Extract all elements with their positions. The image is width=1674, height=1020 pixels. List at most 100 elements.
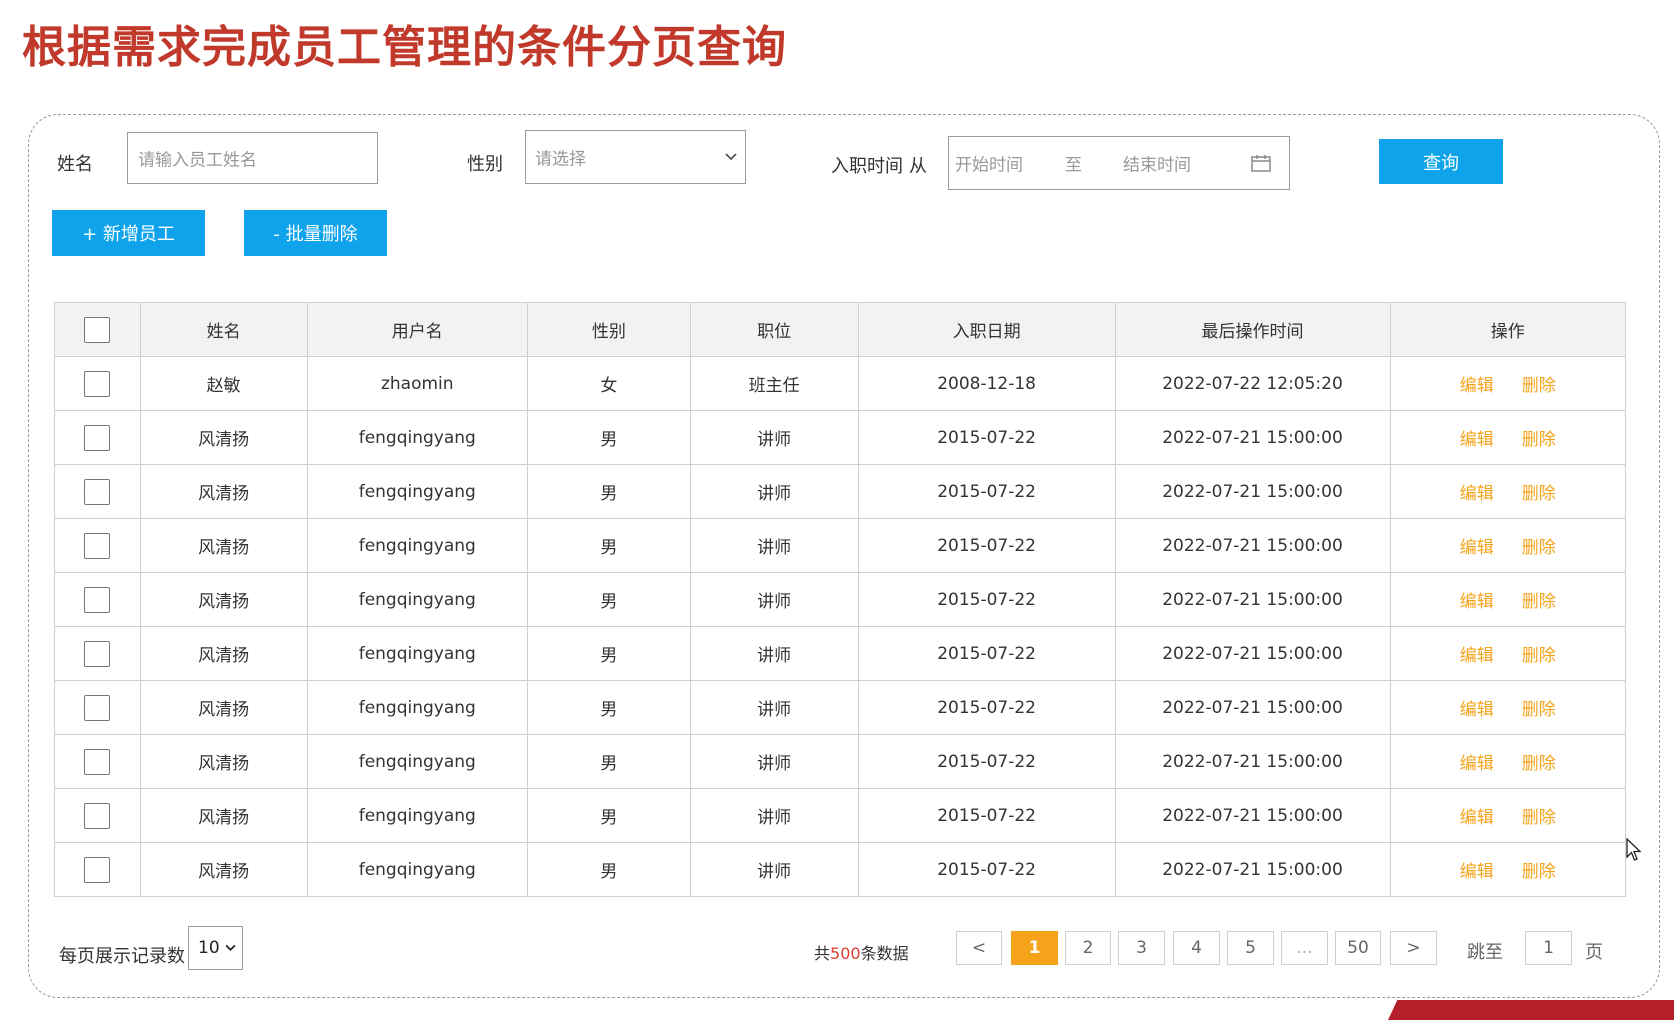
edit-link[interactable]: 编辑	[1460, 538, 1494, 558]
column-header: 性别	[527, 302, 691, 357]
batch-delete-button[interactable]: - 批量删除	[244, 210, 387, 256]
row-checkbox[interactable]	[84, 856, 111, 883]
entry-date-cell: 2015-07-22	[857, 680, 1116, 735]
end-date-input[interactable]: 结束时间	[1123, 151, 1191, 176]
edit-link[interactable]: 编辑	[1460, 484, 1494, 504]
page-button-2[interactable]: 2	[1065, 931, 1111, 965]
delete-link[interactable]: 删除	[1522, 592, 1556, 612]
calendar-icon[interactable]	[1251, 154, 1271, 172]
edit-link[interactable]: 编辑	[1460, 376, 1494, 396]
prev-page-button[interactable]: <	[956, 931, 1002, 965]
last-operation-time-cell: 2022-07-21 15:00:00	[1114, 572, 1391, 627]
row-checkbox[interactable]	[84, 478, 111, 505]
row-checkbox[interactable]	[84, 424, 111, 451]
table-row: 风清扬 fengqingyang 男讲师 2015-07-22 2022-07-21 1…	[54, 572, 1627, 627]
delete-link[interactable]: 删除	[1522, 646, 1556, 666]
position-cell: 讲师	[689, 788, 859, 843]
last-operation-time-cell: 2022-07-21 15:00:00	[1114, 680, 1391, 735]
column-header: 入职日期	[857, 302, 1116, 357]
corner-decoration	[1388, 1000, 1674, 1020]
row-select-cell	[54, 734, 141, 789]
row-select-cell	[54, 788, 141, 843]
row-actions-cell: 编辑 删除	[1389, 356, 1627, 411]
delete-link[interactable]: 删除	[1522, 430, 1556, 450]
row-select-cell	[54, 842, 141, 897]
search-button[interactable]: 查询	[1379, 139, 1503, 184]
page-button-1[interactable]: 1	[1011, 931, 1058, 965]
table-header-row: 姓名 用户名 性别 职位 入职日期 最后操作时间 操作	[54, 302, 1627, 357]
page-ellipsis: ...	[1281, 931, 1328, 965]
gender-select-placeholder: 请选择	[535, 149, 586, 170]
delete-link[interactable]: 删除	[1522, 862, 1556, 882]
total-records-text: 共500条数据	[814, 944, 909, 963]
row-actions-cell: 编辑 删除	[1389, 842, 1627, 897]
delete-link[interactable]: 删除	[1522, 700, 1556, 720]
gender-select[interactable]: 请选择	[525, 130, 746, 184]
entry-date-cell: 2015-07-22	[857, 734, 1116, 789]
page-button-4[interactable]: 4	[1173, 931, 1220, 965]
delete-link[interactable]: 删除	[1522, 754, 1556, 774]
gender-cell: 男	[527, 788, 691, 843]
employee-name-cell: 风清扬	[139, 842, 308, 897]
page-button-3[interactable]: 3	[1118, 931, 1165, 965]
last-operation-time-cell: 2022-07-21 15:00:00	[1114, 842, 1391, 897]
slide-title: 根据需求完成员工管理的条件分页查询	[22, 22, 787, 73]
edit-link[interactable]: 编辑	[1460, 646, 1494, 666]
delete-link[interactable]: 删除	[1522, 808, 1556, 828]
delete-link[interactable]: 删除	[1522, 376, 1556, 396]
select-all-checkbox[interactable]	[84, 316, 111, 343]
jump-page-input[interactable]: 1	[1525, 931, 1572, 965]
row-checkbox[interactable]	[84, 370, 111, 397]
delete-link[interactable]: 删除	[1522, 484, 1556, 504]
username-cell: fengqingyang	[306, 626, 529, 681]
entry-date-cell: 2015-07-22	[857, 410, 1116, 465]
gender-cell: 男	[527, 734, 691, 789]
row-select-cell	[54, 356, 141, 411]
table-row: 风清扬 fengqingyang 男讲师 2015-07-22 2022-07-21 1…	[54, 842, 1627, 897]
column-header: 最后操作时间	[1114, 302, 1391, 357]
row-checkbox[interactable]	[84, 532, 111, 559]
table-row: 风清扬 fengqingyang 男讲师 2015-07-22 2022-07-21 1…	[54, 734, 1627, 789]
row-checkbox[interactable]	[84, 694, 111, 721]
delete-link[interactable]: 删除	[1522, 538, 1556, 558]
add-employee-button[interactable]: + 新增员工	[52, 210, 205, 256]
position-cell: 班主任	[689, 356, 859, 411]
row-checkbox[interactable]	[84, 640, 111, 667]
name-search-input[interactable]: 请输入员工姓名	[127, 132, 378, 184]
last-operation-time-cell: 2022-07-21 15:00:00	[1114, 410, 1391, 465]
edit-link[interactable]: 编辑	[1460, 592, 1494, 612]
edit-link[interactable]: 编辑	[1460, 700, 1494, 720]
mouse-cursor-icon	[1626, 838, 1642, 861]
row-checkbox[interactable]	[84, 748, 111, 775]
position-cell: 讲师	[689, 410, 859, 465]
position-cell: 讲师	[689, 518, 859, 573]
employee-table: 姓名 用户名 性别 职位 入职日期 最后操作时间 操作 赵敏 zhaomin 女班主…	[54, 302, 1627, 897]
entry-date-cell: 2015-07-22	[857, 464, 1116, 519]
username-cell: fengqingyang	[306, 788, 529, 843]
employee-name-cell: 赵敏	[139, 356, 308, 411]
edit-link[interactable]: 编辑	[1460, 862, 1494, 882]
table-row: 风清扬 fengqingyang 男讲师 2015-07-22 2022-07-21 1…	[54, 518, 1627, 573]
page-button-50[interactable]: 50	[1335, 931, 1381, 965]
row-checkbox[interactable]	[84, 802, 111, 829]
date-range-picker[interactable]: 开始时间 至 结束时间	[948, 136, 1290, 190]
edit-link[interactable]: 编辑	[1460, 430, 1494, 450]
next-page-button[interactable]: >	[1390, 931, 1437, 965]
row-checkbox[interactable]	[84, 586, 111, 613]
entry-date-cell: 2015-07-22	[857, 626, 1116, 681]
row-actions-cell: 编辑 删除	[1389, 572, 1627, 627]
start-date-input[interactable]: 开始时间	[955, 151, 1023, 176]
row-actions-cell: 编辑 删除	[1389, 464, 1627, 519]
page-size-select[interactable]: 10	[188, 926, 243, 970]
table-row: 风清扬 fengqingyang 男讲师 2015-07-22 2022-07-21 1…	[54, 464, 1627, 519]
row-actions-cell: 编辑 删除	[1389, 410, 1627, 465]
page-button-5[interactable]: 5	[1227, 931, 1274, 965]
position-cell: 讲师	[689, 842, 859, 897]
edit-link[interactable]: 编辑	[1460, 754, 1494, 774]
column-header: 用户名	[306, 302, 529, 357]
username-cell: fengqingyang	[306, 842, 529, 897]
entry-date-cell: 2008-12-18	[857, 356, 1116, 411]
gender-cell: 男	[527, 572, 691, 627]
last-operation-time-cell: 2022-07-21 15:00:00	[1114, 518, 1391, 573]
edit-link[interactable]: 编辑	[1460, 808, 1494, 828]
